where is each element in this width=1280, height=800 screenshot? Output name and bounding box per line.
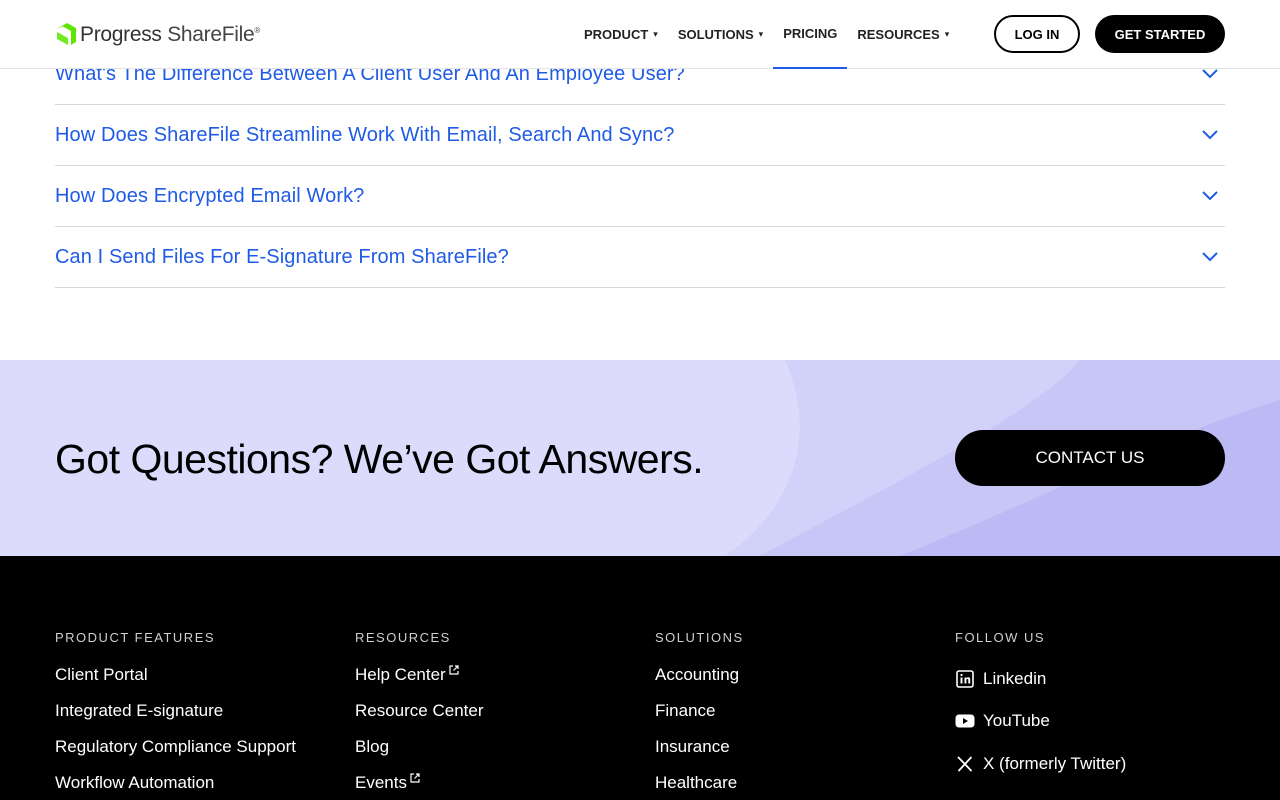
footer-heading: SOLUTIONS bbox=[655, 630, 744, 645]
chevron-down-icon[interactable] bbox=[1201, 248, 1219, 266]
registered-mark: ® bbox=[254, 26, 260, 35]
nav-pricing[interactable]: PRICING bbox=[773, 0, 848, 69]
footer-link-blog[interactable]: Blog bbox=[355, 737, 484, 756]
footer-link-compliance[interactable]: Regulatory Compliance Support bbox=[55, 737, 296, 756]
footer-link-label: Events bbox=[355, 773, 407, 792]
caret-down-icon: ▾ bbox=[758, 29, 764, 39]
footer-col-follow-us: FOLLOW US Linkedin YouTube X (formerly T… bbox=[955, 630, 1126, 775]
nav-solutions[interactable]: SOLUTIONS ▾ bbox=[668, 0, 773, 69]
footer-link-client-portal[interactable]: Client Portal bbox=[55, 665, 296, 684]
faq-item-e-signature[interactable]: Can I Send Files For E-Signature From Sh… bbox=[55, 227, 1225, 288]
caret-down-icon: ▾ bbox=[653, 29, 658, 39]
faq-item-email-search-sync[interactable]: How Does ShareFile Streamline Work With … bbox=[55, 105, 1225, 166]
footer-link-e-signature[interactable]: Integrated E-signature bbox=[55, 701, 296, 720]
get-started-button[interactable]: GET STARTED bbox=[1095, 15, 1225, 53]
faq-list: What's The Difference Between A Client U… bbox=[55, 44, 1225, 288]
footer-heading: PRODUCT FEATURES bbox=[55, 630, 216, 645]
footer-heading: RESOURCES bbox=[355, 630, 451, 645]
progress-logo-icon bbox=[57, 23, 76, 45]
nav-solutions-label: SOLUTIONS bbox=[677, 27, 754, 42]
linkedin-icon bbox=[955, 669, 975, 689]
progress-sharefile-logo[interactable]: Progress ShareFile® bbox=[55, 23, 260, 47]
footer-link-label: Help Center bbox=[355, 665, 446, 684]
social-link-label: X (formerly Twitter) bbox=[983, 754, 1127, 773]
footer-link-resource-center[interactable]: Resource Center bbox=[355, 701, 484, 720]
social-link-label: YouTube bbox=[983, 711, 1050, 730]
chevron-down-icon[interactable] bbox=[1201, 126, 1219, 144]
external-link-icon bbox=[449, 665, 459, 675]
nav-pricing-label: PRICING bbox=[783, 26, 838, 41]
faq-question: Can I Send Files For E-Signature From Sh… bbox=[55, 245, 509, 268]
nav-product[interactable]: PRODUCT ▾ bbox=[574, 0, 668, 69]
footer-col-solutions: SOLUTIONS Accounting Finance Insurance H… bbox=[655, 630, 744, 792]
faq-question: How Does Encrypted Email Work? bbox=[55, 184, 365, 207]
footer-link-accounting[interactable]: Accounting bbox=[655, 665, 744, 684]
faq-question: How Does ShareFile Streamline Work With … bbox=[55, 123, 675, 146]
logo-word-progress: Progress bbox=[80, 23, 162, 46]
social-link-label: Linkedin bbox=[983, 669, 1047, 688]
social-link-linkedin[interactable]: Linkedin bbox=[955, 668, 1126, 690]
youtube-icon bbox=[955, 711, 975, 731]
contact-us-button[interactable]: CONTACT US bbox=[955, 430, 1225, 486]
external-link-icon bbox=[410, 773, 420, 783]
footer-link-healthcare[interactable]: Healthcare bbox=[655, 773, 744, 792]
footer-link-finance[interactable]: Finance bbox=[655, 701, 744, 720]
footer-link-help-center[interactable]: Help Center bbox=[355, 665, 484, 684]
logo-word-sharefile: ShareFile bbox=[167, 23, 255, 46]
nav-product-label: PRODUCT bbox=[584, 27, 649, 42]
nav-resources-label: RESOURCES bbox=[857, 27, 940, 42]
footer-col-resources: RESOURCES Help Center Resource Center Bl… bbox=[355, 630, 484, 792]
contact-cta-band: Got Questions? We’ve Got Answers. CONTAC… bbox=[0, 360, 1280, 556]
site-footer: PRODUCT FEATURES Client Portal Integrate… bbox=[0, 556, 1280, 800]
x-twitter-icon bbox=[955, 754, 975, 774]
site-header: Progress ShareFile® PRODUCT ▾ SOLUTIONS … bbox=[0, 0, 1280, 69]
faq-item-encrypted-email[interactable]: How Does Encrypted Email Work? bbox=[55, 166, 1225, 227]
footer-col-product-features: PRODUCT FEATURES Client Portal Integrate… bbox=[55, 630, 296, 792]
footer-link-insurance[interactable]: Insurance bbox=[655, 737, 744, 756]
cta-heading: Got Questions? We’ve Got Answers. bbox=[55, 436, 704, 482]
caret-down-icon: ▾ bbox=[944, 29, 950, 39]
main-nav: PRODUCT ▾ SOLUTIONS ▾ PRICING RESOURCES … bbox=[574, 0, 959, 69]
social-link-youtube[interactable]: YouTube bbox=[955, 710, 1126, 732]
nav-resources[interactable]: RESOURCES ▾ bbox=[847, 0, 959, 69]
social-link-x-twitter[interactable]: X (formerly Twitter) bbox=[955, 753, 1126, 775]
login-button[interactable]: LOG IN bbox=[994, 15, 1080, 53]
footer-link-events[interactable]: Events bbox=[355, 773, 484, 792]
footer-heading: FOLLOW US bbox=[955, 630, 1046, 645]
chevron-down-icon[interactable] bbox=[1201, 187, 1219, 205]
footer-link-workflow[interactable]: Workflow Automation bbox=[55, 773, 296, 792]
